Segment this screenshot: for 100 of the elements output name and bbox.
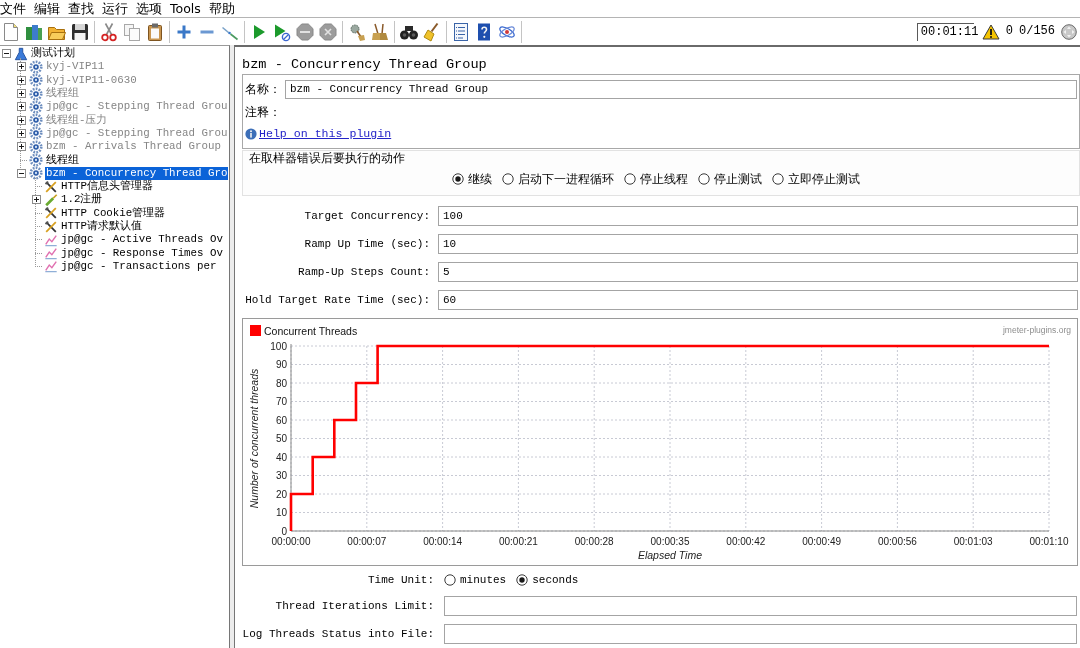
tree-item[interactable]: 线程组 bbox=[45, 153, 80, 167]
group-title: 在取样器错误后要执行的动作 bbox=[249, 151, 405, 165]
flask-icon bbox=[14, 46, 28, 61]
y-tick-label: 30 bbox=[275, 470, 287, 481]
brooms-icon[interactable] bbox=[370, 21, 390, 42]
field-label: Ramp-Up Steps Count: bbox=[296, 266, 430, 278]
y-tick-label: 50 bbox=[275, 433, 287, 444]
radio-option[interactable]: 启动下一进程循环 bbox=[502, 171, 614, 187]
menu-item[interactable]: 运行 bbox=[102, 0, 128, 17]
list-icon[interactable] bbox=[451, 21, 471, 42]
x-tick-label: 00:00:07 bbox=[347, 536, 387, 547]
y-tick-label: 0 bbox=[281, 525, 287, 537]
radio-option[interactable]: 继续 bbox=[452, 171, 492, 187]
menu-item[interactable]: 查找 bbox=[68, 0, 94, 17]
y-tick-label: 90 bbox=[275, 359, 287, 370]
graph-icon bbox=[44, 259, 58, 274]
input-field[interactable]: 5 bbox=[438, 262, 1078, 282]
tree-item[interactable]: HTTP请求默认值 bbox=[60, 220, 143, 233]
tools-icon bbox=[44, 219, 58, 234]
field-label: 注释： bbox=[245, 103, 281, 121]
radio-option[interactable]: 停止线程 bbox=[624, 171, 688, 187]
field-label: Log Threads Status into File: bbox=[242, 628, 434, 640]
pipette-icon bbox=[44, 192, 58, 207]
gear-icon bbox=[29, 86, 43, 101]
clipboard-icon[interactable] bbox=[145, 21, 165, 42]
plus-box-icon[interactable] bbox=[32, 195, 41, 205]
radio-option[interactable]: seconds bbox=[516, 574, 579, 586]
x-tick-label: 00:01:10 bbox=[1029, 536, 1069, 547]
tree-item[interactable]: HTTP Cookie管理器 bbox=[60, 206, 167, 220]
tree-item[interactable]: HTTP信息头管理器 bbox=[60, 180, 154, 194]
field-label: Thread Iterations Limit: bbox=[274, 600, 434, 612]
gear-icon bbox=[29, 139, 43, 154]
x-tick-label: 00:00:35 bbox=[650, 536, 690, 547]
x-tick-label: 00:00:21 bbox=[498, 536, 538, 547]
brand-text: jmeter-plugins.org bbox=[1002, 325, 1071, 335]
y-tick-label: 100 bbox=[270, 340, 287, 352]
gear-icon bbox=[29, 126, 43, 141]
broom-gear-icon[interactable] bbox=[347, 21, 367, 42]
x-tick-label: 00:00:49 bbox=[802, 536, 842, 547]
menu-item[interactable]: 文件 bbox=[0, 0, 26, 17]
y-tick-label: 70 bbox=[275, 396, 287, 407]
info-icon bbox=[245, 127, 257, 140]
thread-count: 0/156 bbox=[1019, 24, 1055, 39]
menu-item[interactable]: 编辑 bbox=[34, 0, 60, 17]
circle-arrows-icon[interactable] bbox=[1061, 23, 1077, 40]
x-tick-label: 00:00:00 bbox=[271, 536, 311, 547]
x-tick-label: 00:00:14 bbox=[423, 536, 463, 547]
blank-page-icon[interactable] bbox=[1, 21, 21, 42]
field-label: Ramp Up Time (sec): bbox=[303, 238, 430, 250]
gear-icon bbox=[29, 166, 43, 181]
field-label: Hold Target Rate Time (sec): bbox=[244, 294, 430, 306]
input-field[interactable] bbox=[444, 596, 1077, 616]
menu-item[interactable]: Tools bbox=[170, 0, 201, 17]
tree-item[interactable]: jp@gc - Transactions per bbox=[60, 259, 218, 273]
radio-option[interactable]: minutes bbox=[444, 574, 507, 586]
y-axis-title: Number of concurrent threads bbox=[248, 368, 260, 509]
radio-option[interactable]: 立即停止测试 bbox=[772, 171, 860, 187]
tools-icon bbox=[44, 179, 58, 194]
gear-icon bbox=[29, 73, 43, 88]
x-tick-label: 00:00:42 bbox=[726, 536, 766, 547]
x-tick-label: 00:00:28 bbox=[574, 536, 614, 547]
help-link[interactable]: Help on this plugin bbox=[259, 127, 392, 140]
gear-icon bbox=[29, 99, 43, 114]
y-tick-label: 40 bbox=[275, 451, 287, 463]
menu-item[interactable]: 帮助 bbox=[208, 0, 235, 17]
name-field[interactable]: bzm - Concurrency Thread Group bbox=[285, 79, 1077, 99]
y-tick-label: 60 bbox=[275, 414, 287, 426]
input-field[interactable]: 100 bbox=[438, 206, 1078, 226]
menu-item[interactable]: 选项 bbox=[136, 0, 162, 17]
tools-icon bbox=[44, 206, 58, 221]
field-label: Target Concurrency: bbox=[303, 210, 430, 222]
tree-item[interactable]: jp@gc - Response Times Ov bbox=[60, 246, 224, 260]
gear-icon bbox=[29, 59, 43, 74]
tree-item[interactable]: 1.2注册 bbox=[60, 193, 104, 207]
input-field[interactable]: 60 bbox=[438, 290, 1078, 310]
tree-item[interactable]: jp@gc - Active Threads Ov bbox=[60, 233, 224, 247]
error-count: 0 bbox=[1005, 24, 1013, 39]
x-tick-label: 00:00:56 bbox=[877, 536, 917, 547]
field-label: 名称： bbox=[245, 80, 281, 98]
gear-icon bbox=[29, 153, 43, 168]
graph-icon bbox=[44, 232, 58, 247]
input-field[interactable] bbox=[444, 624, 1077, 644]
x-tick-label: 00:01:03 bbox=[953, 536, 993, 547]
tree-item[interactable]: 测试计划 bbox=[30, 47, 76, 61]
field-label: Time Unit: bbox=[367, 574, 434, 586]
radio-option[interactable]: 停止测试 bbox=[698, 171, 762, 187]
x-axis-title: Elapsed Time bbox=[637, 549, 703, 561]
warning-icon bbox=[981, 23, 1000, 40]
panel-title: bzm - Concurrency Thread Group bbox=[242, 56, 488, 73]
tree-item[interactable]: bzm - Concurrency Thread Gro bbox=[45, 166, 229, 180]
scissors-icon[interactable] bbox=[99, 21, 119, 42]
y-tick-label: 80 bbox=[275, 377, 287, 389]
graph-icon bbox=[44, 246, 58, 261]
minus-box-icon[interactable] bbox=[2, 49, 11, 59]
minus-box-icon[interactable] bbox=[17, 168, 26, 178]
gear-icon bbox=[29, 113, 43, 128]
y-tick-label: 10 bbox=[275, 507, 287, 518]
input-field[interactable]: 10 bbox=[438, 234, 1078, 254]
legend-label: Concurrent Threads bbox=[264, 324, 358, 337]
y-tick-label: 20 bbox=[275, 488, 287, 500]
